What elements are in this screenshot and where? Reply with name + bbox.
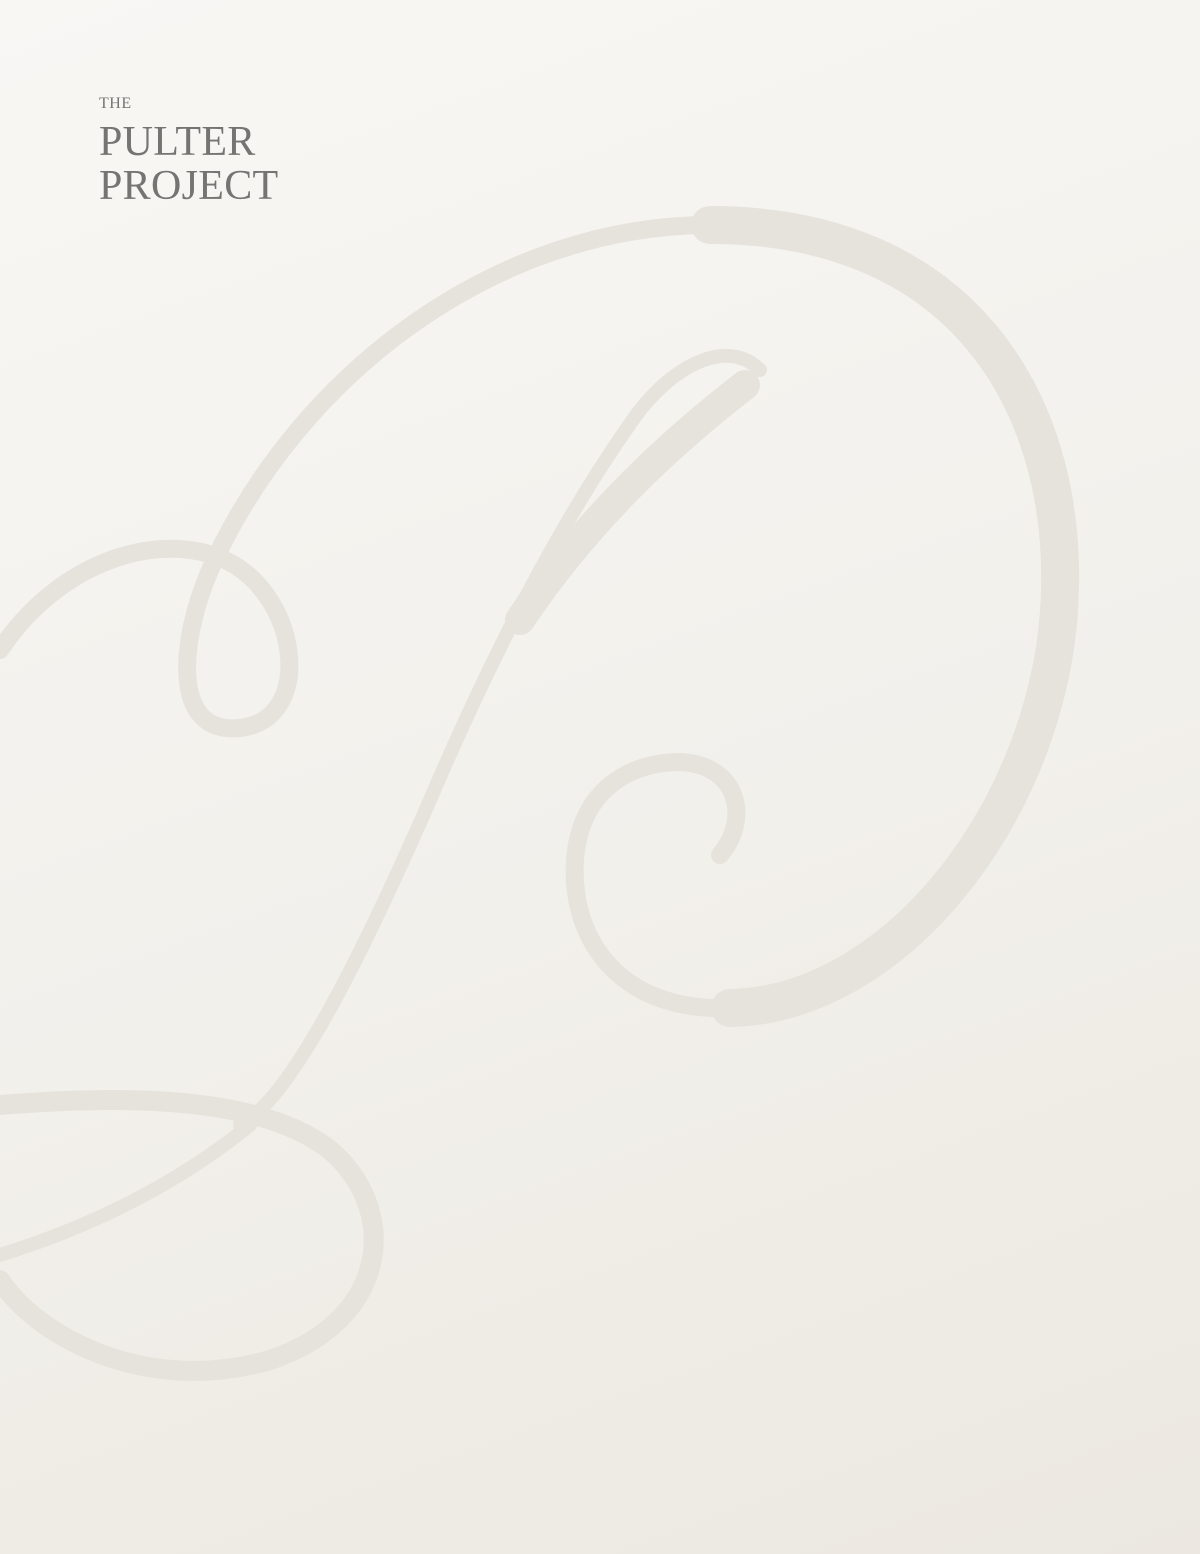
logo-project: PROJECT (99, 163, 279, 209)
logo-the: THE (99, 95, 132, 112)
site-logo[interactable]: THE PULTER PROJECT (99, 95, 279, 209)
watermark-tail (0, 1118, 257, 1262)
logo-pulter: PULTER (99, 119, 256, 165)
watermark-bowl (691, 206, 1080, 1027)
script-p-watermark-icon (0, 206, 1080, 1381)
watermark-left-loop (0, 216, 719, 738)
watermark-strokes (0, 206, 1080, 1381)
page: THE PULTER PROJECT (0, 0, 1200, 1554)
watermark-inner-curl (565, 753, 746, 1018)
